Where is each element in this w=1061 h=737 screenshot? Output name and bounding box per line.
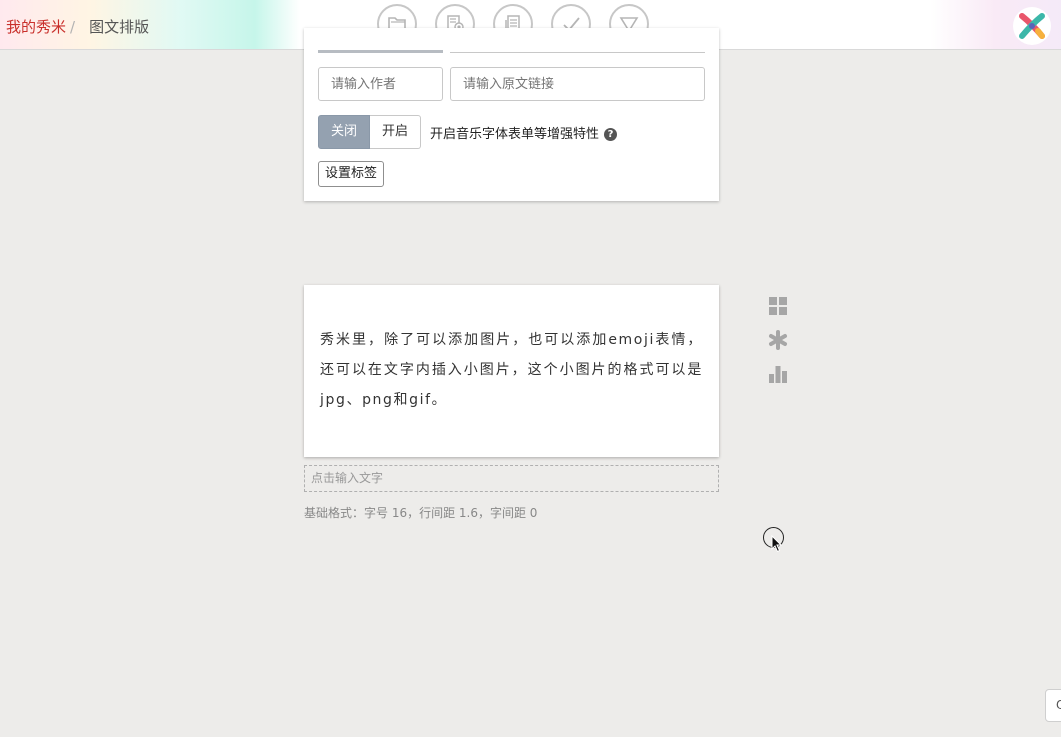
grid-icon[interactable] [767,295,789,317]
summary-field-edge [450,52,705,53]
side-toolbar [767,295,789,397]
format-note: 基础格式：字号 16，行间距 1.6，字间距 0 [304,506,538,520]
content-paragraph[interactable]: 秀米里，除了可以添加图片，也可以添加emoji表情，还可以在文字内插入小图片，这… [320,325,703,415]
breadcrumb-home-link[interactable]: 我的秀米 [6,18,66,36]
author-input[interactable] [318,67,443,101]
asterisk-icon[interactable] [767,329,789,351]
toggle-off-option[interactable]: 关闭 [318,115,371,149]
enhanced-features-label: 开启音乐字体表单等增强特性? [430,123,618,142]
xiumi-x-logo [1019,13,1045,39]
xiumi-logo[interactable] [1013,7,1051,45]
breadcrumb-separator: / [70,18,76,36]
mouse-cursor-icon [771,535,783,553]
source-link-input[interactable] [450,67,705,101]
content-card[interactable]: 秀米里，除了可以添加图片，也可以添加emoji表情，还可以在文字内插入小图片，这… [304,285,719,457]
article-settings-card: 关闭 开启 开启音乐字体表单等增强特性? 设置标签 [304,28,719,201]
enhanced-features-toggle: 关闭 开启 [318,115,422,149]
title-field-edge [318,50,443,53]
breadcrumb: 我的秀米 / 图文排版 [6,16,149,37]
enhanced-features-text: 开启音乐字体表单等增强特性 [430,127,600,142]
set-tags-button[interactable]: 设置标签 [318,161,385,187]
corner-button[interactable]: Q [1045,689,1061,722]
breadcrumb-current: 图文排版 [89,18,150,36]
toggle-on-option[interactable]: 开启 [370,115,422,149]
text-input-area[interactable]: 点击输入文字 [304,465,719,492]
bar-chart-icon[interactable] [767,363,789,385]
help-icon[interactable]: ? [604,128,618,141]
